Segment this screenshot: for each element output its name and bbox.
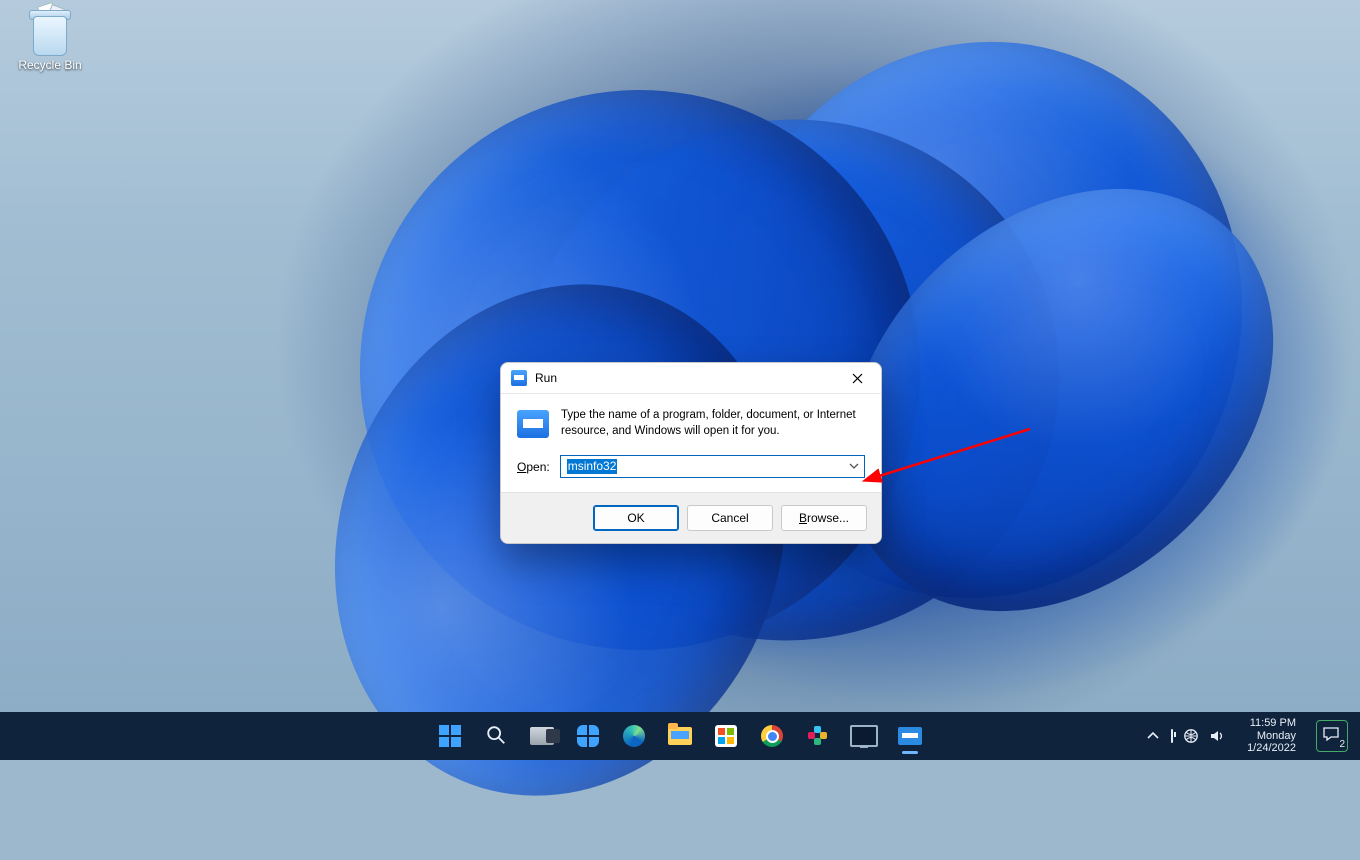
run-program-icon <box>517 410 549 438</box>
recycle-bin-label: Recycle Bin <box>12 58 88 72</box>
open-combobox[interactable]: msinfo32 <box>560 455 865 478</box>
search-button[interactable] <box>476 716 516 756</box>
battery-button[interactable] <box>1171 730 1173 742</box>
chevron-up-icon <box>1145 728 1161 744</box>
network-button[interactable] <box>1183 728 1199 744</box>
run-taskbar-icon <box>898 727 922 745</box>
chat-icon <box>1322 725 1340 746</box>
search-icon <box>485 724 507 749</box>
folder-icon <box>668 727 692 745</box>
clock-day: Monday <box>1247 730 1296 743</box>
run-titlebar[interactable]: Run <box>501 363 881 394</box>
widgets-button[interactable] <box>568 716 608 756</box>
chrome-icon <box>761 725 783 747</box>
speaker-icon <box>1209 728 1225 744</box>
browse-button[interactable]: Browse... <box>781 505 867 531</box>
close-button[interactable] <box>839 366 875 390</box>
monitor-app-button[interactable] <box>844 716 884 756</box>
edge-button[interactable] <box>614 716 654 756</box>
recycle-bin-icon <box>29 6 71 56</box>
ok-button[interactable]: OK <box>593 505 679 531</box>
notification-count: 2 <box>1339 739 1345 750</box>
run-title: Run <box>535 371 839 385</box>
close-icon <box>852 373 863 384</box>
taskbar-center <box>430 716 930 756</box>
clock-time: 11:59 PM <box>1247 717 1296 730</box>
notifications-button[interactable]: 2 <box>1316 720 1348 752</box>
run-app-button[interactable] <box>890 716 930 756</box>
widgets-icon <box>577 725 599 747</box>
open-input[interactable] <box>560 455 865 478</box>
run-icon <box>511 370 527 386</box>
clock-button[interactable]: 11:59 PM Monday 1/24/2022 <box>1241 717 1302 755</box>
volume-button[interactable] <box>1209 728 1225 744</box>
chrome-button[interactable] <box>752 716 792 756</box>
clock-date: 1/24/2022 <box>1247 742 1296 755</box>
microsoft-store-button[interactable] <box>706 716 746 756</box>
system-tray: 11:59 PM Monday 1/24/2022 2 <box>1139 712 1354 760</box>
cancel-button[interactable]: Cancel <box>687 505 773 531</box>
run-footer: OK Cancel Browse... <box>501 492 881 543</box>
run-description: Type the name of a program, folder, docu… <box>561 408 865 439</box>
edge-icon <box>623 725 645 747</box>
start-button[interactable] <box>430 716 470 756</box>
globe-icon <box>1183 728 1199 744</box>
task-view-icon <box>530 727 554 745</box>
annotation-arrow <box>870 425 1040 495</box>
task-view-button[interactable] <box>522 716 562 756</box>
store-icon <box>715 725 737 747</box>
windows-icon <box>439 725 461 747</box>
tray-overflow-button[interactable] <box>1145 728 1161 744</box>
taskbar: 11:59 PM Monday 1/24/2022 2 <box>0 712 1360 760</box>
open-label: Open: <box>517 460 550 474</box>
run-dialog: Run Type the name of a program, folder, … <box>500 362 882 544</box>
monitor-icon <box>850 725 878 747</box>
recycle-bin[interactable]: Recycle Bin <box>12 6 88 72</box>
battery-icon <box>1171 729 1173 743</box>
file-explorer-button[interactable] <box>660 716 700 756</box>
slack-icon <box>808 726 828 746</box>
slack-button[interactable] <box>798 716 838 756</box>
